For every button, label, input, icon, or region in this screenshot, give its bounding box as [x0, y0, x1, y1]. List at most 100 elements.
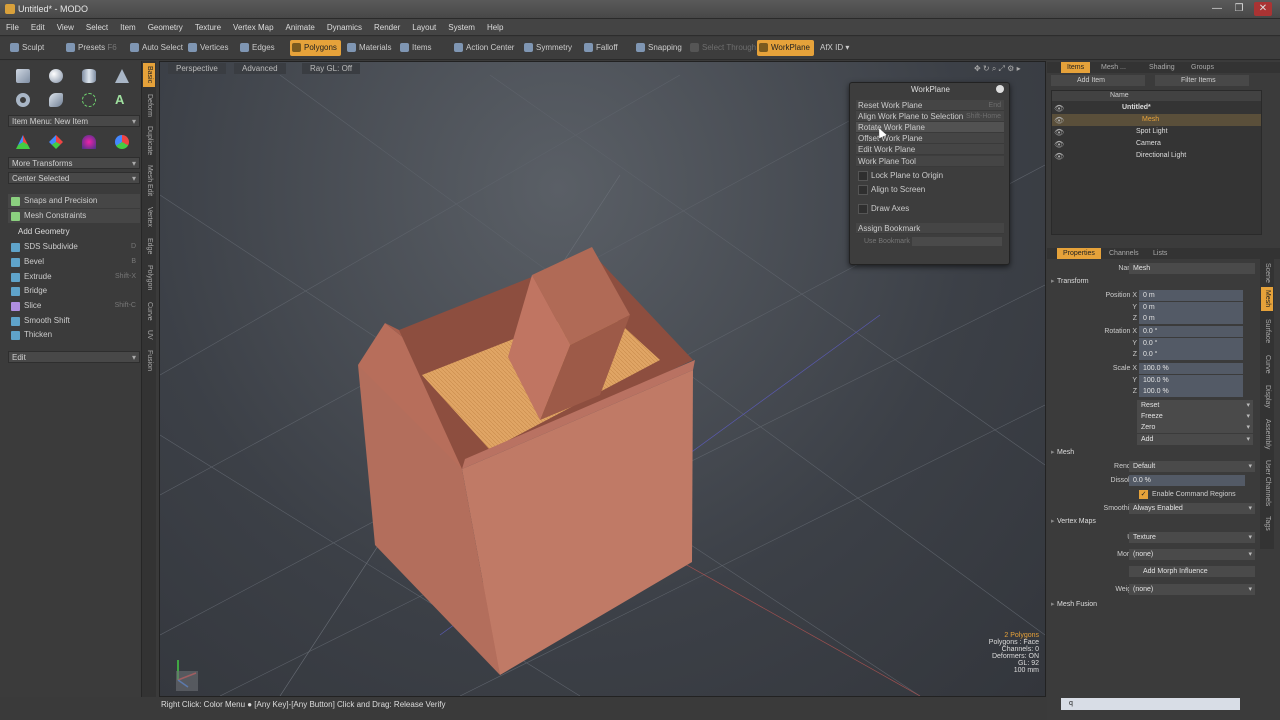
- perspective-menu[interactable]: Perspective: [168, 63, 226, 74]
- thicken-tool[interactable]: Thicken: [8, 328, 140, 342]
- tree-item-camera[interactable]: Camera: [1136, 138, 1161, 150]
- center-selected-dropdown[interactable]: Center Selected: [8, 172, 140, 184]
- lock-plane-checkbox[interactable]: Lock Plane to Origin: [856, 170, 1006, 182]
- move-tool-button[interactable]: [10, 132, 36, 152]
- menu-edit[interactable]: Edit: [25, 19, 51, 35]
- tree-item-scene[interactable]: Untitled*: [1122, 102, 1151, 114]
- bevel-tool[interactable]: Bevel B: [8, 255, 140, 269]
- tab-curve[interactable]: Curve: [143, 299, 155, 323]
- materials-button[interactable]: Materials: [345, 40, 395, 56]
- side-tab-mesh[interactable]: Mesh: [1261, 287, 1273, 311]
- afx-id-dropdown[interactable]: AfX ID ▾: [816, 40, 853, 56]
- items-button[interactable]: Items: [398, 40, 436, 56]
- uv-dropdown[interactable]: Texture: [1129, 532, 1255, 543]
- tab-mesh-edit[interactable]: Mesh Edit: [143, 163, 155, 199]
- visibility-eye-icons[interactable]: 👁 👁 👁 👁 👁: [1054, 103, 1064, 163]
- side-tab-assembly[interactable]: Assembly: [1261, 415, 1273, 453]
- item-menu-dropdown[interactable]: Item Menu: New Item: [8, 115, 140, 127]
- tab-duplicate[interactable]: Duplicate: [143, 123, 155, 159]
- menu-select[interactable]: Select: [80, 19, 114, 35]
- sphere-primitive-button[interactable]: [43, 66, 69, 86]
- scale-tool-button[interactable]: [76, 132, 102, 152]
- tab-uv[interactable]: UV: [143, 327, 155, 343]
- menu-help[interactable]: Help: [481, 19, 509, 35]
- tab-deform[interactable]: Deform: [143, 91, 155, 119]
- tree-item-directional-light[interactable]: Directional Light: [1136, 150, 1186, 162]
- menu-dynamics[interactable]: Dynamics: [321, 19, 368, 35]
- tab-channels[interactable]: Channels: [1103, 248, 1145, 259]
- symmetry-button[interactable]: Symmetry: [522, 40, 576, 56]
- tab-mesh-ops[interactable]: Mesh ...: [1095, 62, 1132, 73]
- menu-layout[interactable]: Layout: [406, 19, 442, 35]
- menu-system[interactable]: System: [442, 19, 481, 35]
- cube-primitive-button[interactable]: [10, 66, 36, 86]
- advanced-menu[interactable]: Advanced: [234, 63, 286, 74]
- tree-item-mesh[interactable]: Mesh: [1142, 114, 1159, 126]
- tab-items[interactable]: Items: [1061, 62, 1091, 73]
- rotation-y-field[interactable]: 0.0 °: [1139, 338, 1243, 349]
- mesh-group[interactable]: Mesh: [1051, 448, 1256, 458]
- tab-vertex[interactable]: Vertex: [143, 203, 155, 231]
- menu-item[interactable]: Item: [114, 19, 142, 35]
- dissolve-field[interactable]: 0.0 %: [1129, 475, 1245, 486]
- side-tab-display[interactable]: Display: [1261, 381, 1273, 411]
- cone-primitive-button[interactable]: [109, 66, 135, 86]
- raygl-menu[interactable]: Ray GL: Off: [302, 63, 361, 74]
- sds-subdivide-tool[interactable]: SDS Subdivide D: [8, 240, 140, 254]
- transform-tool-button[interactable]: [109, 132, 135, 152]
- slice-tool[interactable]: Slice Shift-C: [8, 299, 140, 313]
- close-button[interactable]: ✕: [1254, 2, 1272, 16]
- morph-dropdown[interactable]: (none): [1129, 549, 1255, 560]
- use-bookmark-dropdown[interactable]: [912, 237, 1002, 246]
- tab-basic[interactable]: Basic: [143, 63, 155, 87]
- tab-properties[interactable]: Properties: [1057, 248, 1101, 259]
- falloff-button[interactable]: Falloff: [582, 40, 622, 56]
- select-through-button[interactable]: Select Through: [688, 40, 760, 56]
- tab-fusion[interactable]: Fusion: [143, 347, 155, 375]
- bridge-tool[interactable]: Bridge: [8, 284, 140, 298]
- enable-cmd-checkbox[interactable]: ✓: [1139, 490, 1148, 499]
- snapping-button[interactable]: Snapping: [634, 40, 686, 56]
- add-geometry-header[interactable]: Add Geometry: [8, 225, 140, 239]
- edit-dropdown[interactable]: Edit: [8, 351, 140, 363]
- side-tab-tags[interactable]: Tags: [1261, 513, 1273, 533]
- side-tab-user-channels[interactable]: User Channels: [1261, 457, 1273, 509]
- menu-vertex-map[interactable]: Vertex Map: [227, 19, 279, 35]
- position-x-field[interactable]: 0 m: [1139, 290, 1243, 301]
- menu-animate[interactable]: Animate: [280, 19, 321, 35]
- scale-z-field[interactable]: 100.0 %: [1139, 386, 1243, 397]
- pen-tool-button[interactable]: [76, 90, 102, 110]
- tab-edge[interactable]: Edge: [143, 235, 155, 257]
- name-field[interactable]: Mesh: [1129, 263, 1255, 274]
- scale-x-field[interactable]: 100.0 %: [1139, 363, 1243, 374]
- action-center-button[interactable]: Action Center: [452, 40, 518, 56]
- viewport-nav-icons[interactable]: ✥ ↻ ⌕ ⤢ ⚙ ▸: [966, 63, 1029, 74]
- rotation-x-field[interactable]: 0.0 °: [1139, 326, 1243, 337]
- workplane-button[interactable]: WorkPlane: [757, 40, 814, 56]
- edges-button[interactable]: Edges: [238, 40, 279, 56]
- position-z-field[interactable]: 0 m: [1139, 313, 1243, 324]
- menu-file[interactable]: File: [0, 19, 25, 35]
- capsule-primitive-button[interactable]: [43, 90, 69, 110]
- presets-button[interactable]: Presets F6: [64, 40, 121, 56]
- maximize-button[interactable]: ❐: [1230, 2, 1248, 16]
- mesh-constraints-button[interactable]: Mesh Constraints: [8, 209, 140, 223]
- mesh-fusion-group[interactable]: Mesh Fusion: [1051, 600, 1256, 610]
- weight-dropdown[interactable]: (none): [1129, 584, 1255, 595]
- rotate-tool-button[interactable]: [43, 132, 69, 152]
- minimize-button[interactable]: —: [1208, 2, 1226, 16]
- reset-work-plane-item[interactable]: Reset Work Plane End: [856, 100, 1004, 111]
- align-work-plane-item[interactable]: Align Work Plane to Selection Shift-Home: [856, 111, 1004, 122]
- reset-dropdown[interactable]: Reset: [1137, 400, 1253, 411]
- tab-shading[interactable]: Shading: [1143, 62, 1181, 73]
- snaps-precision-button[interactable]: Snaps and Precision: [8, 194, 140, 208]
- work-plane-tool-item[interactable]: Work Plane Tool: [856, 156, 1004, 167]
- sculpt-button[interactable]: Sculpt: [8, 40, 48, 56]
- transform-group[interactable]: Transform: [1051, 277, 1256, 287]
- smooth-shift-tool[interactable]: Smooth Shift: [8, 314, 140, 328]
- menu-view[interactable]: View: [51, 19, 80, 35]
- vertices-button[interactable]: Vertices: [186, 40, 232, 56]
- side-tab-scene[interactable]: Scene: [1261, 261, 1273, 285]
- auto-select-button[interactable]: Auto Select: [128, 40, 187, 56]
- menu-render[interactable]: Render: [368, 19, 406, 35]
